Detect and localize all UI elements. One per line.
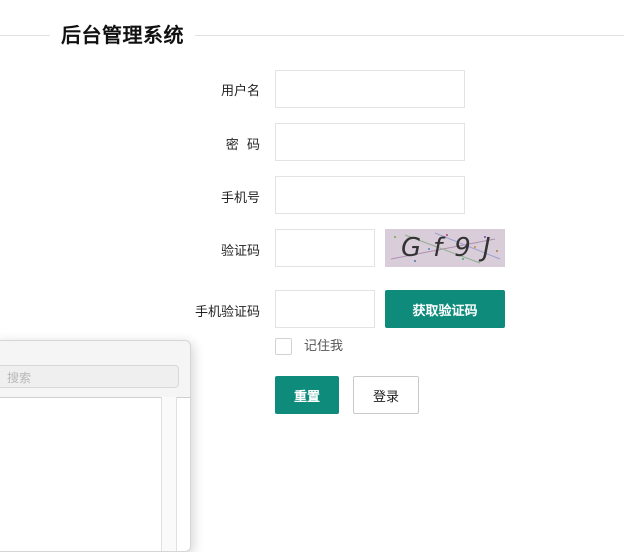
password-input[interactable] bbox=[275, 123, 465, 161]
overlay-panel: 搜索 bbox=[0, 340, 191, 552]
panel-search-input[interactable]: 搜索 bbox=[0, 365, 179, 388]
sms-code-input[interactable] bbox=[275, 290, 375, 328]
get-code-button[interactable]: 获取验证码 bbox=[385, 290, 505, 328]
phone-label: 手机号 bbox=[220, 191, 260, 206]
username-label: 用户名 bbox=[220, 84, 260, 99]
captcha-image[interactable]: Gf9J bbox=[385, 229, 505, 267]
captcha-input[interactable] bbox=[275, 229, 375, 267]
password-label: 密 码 bbox=[225, 138, 260, 153]
page-title: 后台管理系统 bbox=[50, 19, 195, 51]
remember-checkbox[interactable] bbox=[275, 338, 292, 355]
captcha-text: Gf9J bbox=[401, 233, 503, 263]
panel-scrollbar[interactable] bbox=[161, 397, 177, 551]
captcha-label: 验证码 bbox=[220, 244, 260, 259]
remember-label: 记住我 bbox=[304, 339, 344, 354]
reset-button[interactable]: 重置 bbox=[275, 376, 339, 414]
sms-code-label: 手机验证码 bbox=[194, 305, 260, 320]
phone-input[interactable] bbox=[275, 176, 465, 214]
username-input[interactable] bbox=[275, 70, 465, 108]
login-button[interactable]: 登录 bbox=[353, 376, 419, 414]
